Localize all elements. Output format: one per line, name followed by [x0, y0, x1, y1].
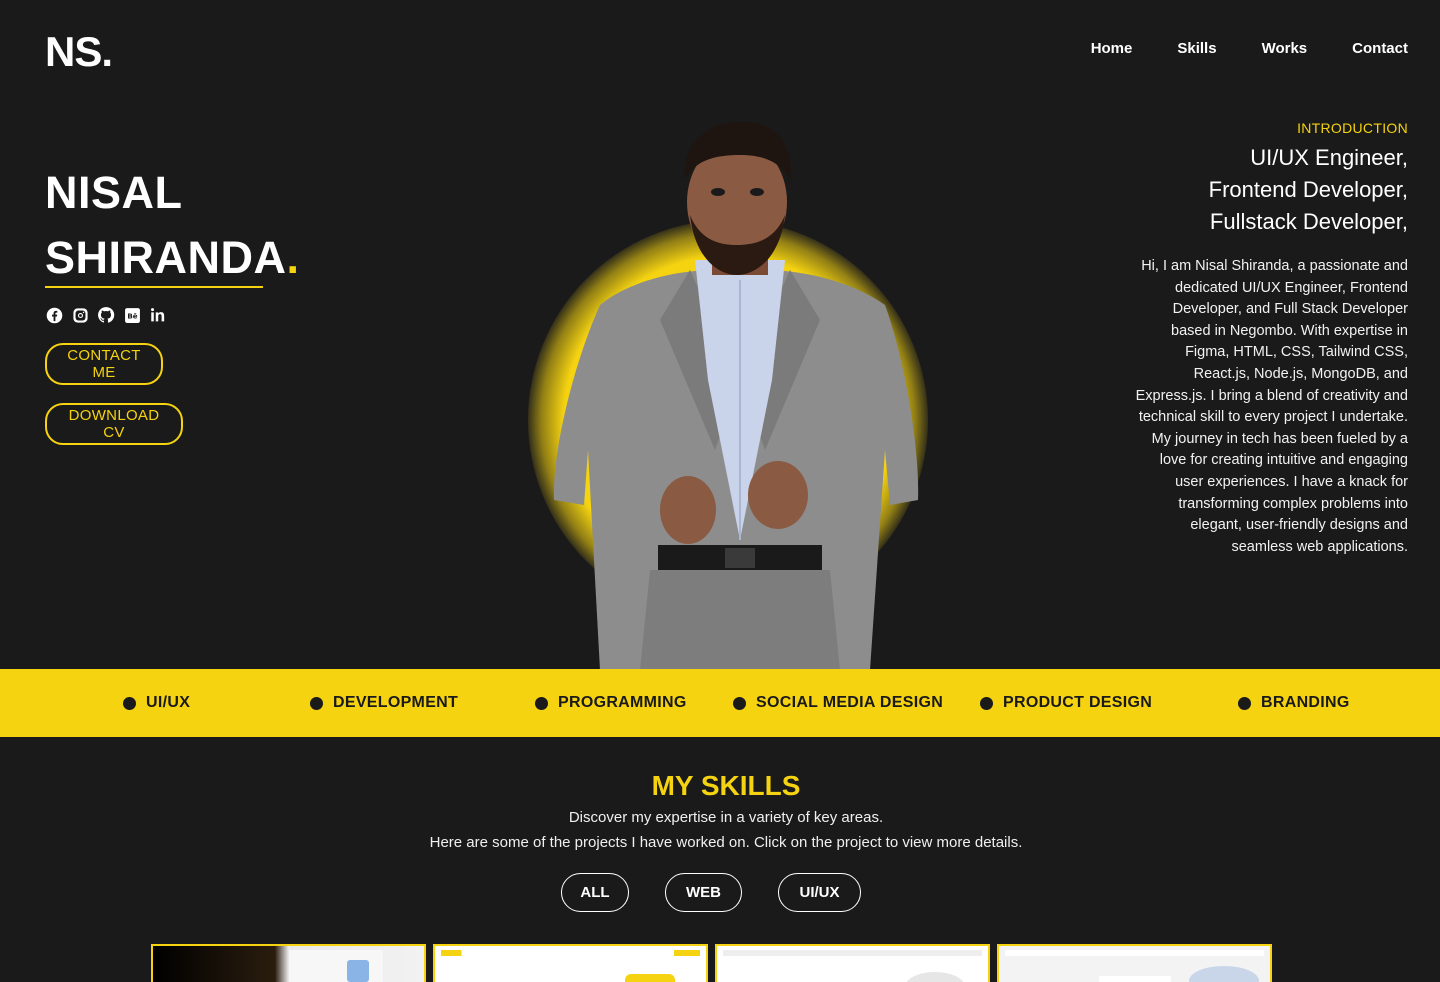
- nav-works[interactable]: Works: [1262, 40, 1308, 57]
- intro-label: INTRODUCTION: [1297, 120, 1408, 136]
- band-label: BRANDING: [1261, 694, 1350, 711]
- role-item: UI/UX Engineer,: [1250, 145, 1408, 170]
- hero-first-name: NISAL: [45, 167, 183, 218]
- band-label: SOCIAL MEDIA DESIGN: [756, 694, 944, 711]
- project-thumbnail-image: [905, 972, 965, 982]
- band-label: PRODUCT DESIGN: [1003, 694, 1153, 711]
- project-card[interactable]: [997, 944, 1272, 982]
- bullet-icon: [310, 696, 323, 710]
- band-item: UI/UX: [123, 669, 190, 737]
- bullet-icon: [123, 696, 136, 710]
- nav-home[interactable]: Home: [1091, 40, 1133, 57]
- skills-description: Here are some of the projects I have wor…: [429, 834, 1023, 851]
- band-item: DEVELOPMENT: [310, 669, 458, 737]
- project-thumbnail-image: [1005, 950, 1264, 956]
- intro-block: INTRODUCTION UI/UX Engineer, Frontend De…: [1108, 120, 1408, 238]
- hero-name: NISAL SHIRANDA.: [45, 160, 300, 290]
- band-label: UI/UX: [146, 694, 191, 711]
- project-thumbnail-image: [347, 960, 369, 982]
- skills-title: MY SKILLS: [651, 770, 801, 801]
- name-underline: [45, 286, 263, 288]
- project-card[interactable]: [433, 944, 708, 982]
- bullet-icon: [535, 696, 548, 710]
- hero-last-name-line: SHIRANDA.: [45, 225, 300, 290]
- linkedin-icon[interactable]: [149, 306, 167, 324]
- filter-web-button[interactable]: WEB: [665, 873, 742, 912]
- bio-text: Hi, I am Nisal Shiranda, a passionate an…: [1135, 258, 1408, 555]
- project-thumbnail-image: [441, 950, 700, 956]
- nav-contact[interactable]: Contact: [1352, 40, 1408, 57]
- hero-name-dot: .: [286, 232, 300, 283]
- instagram-icon[interactable]: [71, 306, 89, 324]
- logo[interactable]: NS.: [45, 28, 113, 76]
- band-item: PROGRAMMING: [535, 669, 687, 737]
- hero-last-name: SHIRANDA: [45, 232, 287, 283]
- project-card[interactable]: [151, 944, 426, 982]
- svg-text:Bē: Bē: [127, 311, 137, 320]
- bullet-icon: [1238, 696, 1251, 710]
- bullet-icon: [980, 696, 993, 710]
- band-item: PRODUCT DESIGN: [980, 669, 1152, 737]
- social-links: Bē: [45, 306, 167, 324]
- filter-all-button[interactable]: ALL: [561, 873, 629, 912]
- nav-skills[interactable]: Skills: [1177, 40, 1216, 57]
- role-item: Fullstack Developer,: [1209, 209, 1408, 234]
- contact-me-button[interactable]: CONTACT ME: [45, 343, 163, 385]
- services-band: UI/UX DEVELOPMENT PROGRAMMING SOCIAL MED…: [0, 669, 1440, 737]
- project-thumbnail-image: [1099, 976, 1171, 982]
- facebook-icon[interactable]: [45, 306, 63, 324]
- band-label: PROGRAMMING: [558, 694, 687, 711]
- band-item: SOCIAL MEDIA DESIGN: [733, 669, 943, 737]
- main-nav: Home Skills Works Contact: [1091, 40, 1408, 57]
- role-item: Frontend Developer,: [1208, 177, 1408, 202]
- download-cv-button[interactable]: DOWNLOAD CV: [45, 403, 183, 445]
- filter-uiux-button[interactable]: UI/UX: [778, 873, 861, 912]
- project-card[interactable]: [715, 944, 990, 982]
- band-label: DEVELOPMENT: [333, 694, 459, 711]
- project-thumbnail-image: [1189, 966, 1259, 982]
- project-thumbnail-image: [625, 974, 675, 982]
- skills-subtitle: Discover my expertise in a variety of ke…: [568, 809, 884, 826]
- github-icon[interactable]: [97, 306, 115, 324]
- hero-portrait: [553, 121, 919, 670]
- band-item: BRANDING: [1238, 669, 1350, 737]
- roles-list: UI/UX Engineer, Frontend Developer, Full…: [1108, 142, 1408, 238]
- project-thumbnail-image: [723, 950, 982, 956]
- bullet-icon: [733, 696, 746, 710]
- behance-icon[interactable]: Bē: [123, 306, 141, 324]
